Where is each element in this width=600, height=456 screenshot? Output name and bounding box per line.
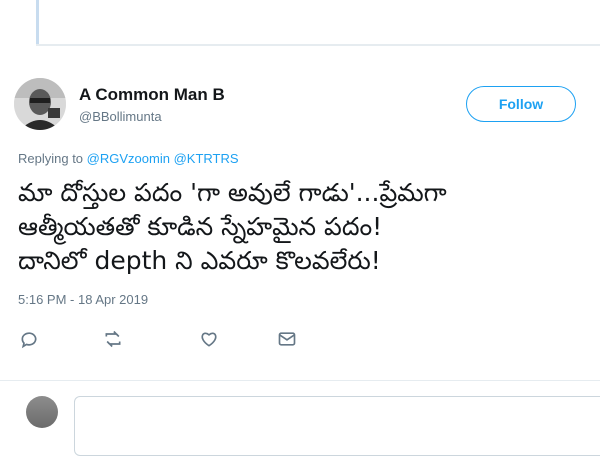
reply-icon[interactable] [18,328,40,350]
like-icon[interactable] [198,328,220,350]
tweet-text-line: దానిలో depth ని ఎవరూ కొలవలేరు! [18,246,381,275]
user-display-name[interactable]: A Common Man B [79,85,225,105]
retweet-icon[interactable] [102,328,124,350]
avatar[interactable] [14,78,66,130]
top-divider [36,44,600,46]
tweet-text: మా దోస్తుల పదం 'గా అవులే గాడు'...ప్రేమగా… [18,176,588,278]
tweet-text-line: ఆత్మీయతతో కూడిన స్నేహమైన పదం! [18,212,383,241]
tweet-text-line: మా దోస్తుల పదం 'గా అవులే గాడు'...ప్రేమగా [18,178,447,207]
reply-input[interactable] [74,396,600,456]
mention-link[interactable]: @RGVzoomin [87,151,170,166]
message-icon[interactable] [276,328,298,350]
mention-link[interactable]: @KTRTRS [174,151,239,166]
user-handle[interactable]: @BBollimunta [79,109,162,124]
tweet-timestamp[interactable]: 5:16 PM - 18 Apr 2019 [18,292,148,307]
avatar-image [14,78,66,130]
replying-to-label: Replying to [18,151,84,166]
thread-connector-line [36,0,39,44]
bottom-divider [0,380,600,381]
reply-avatar [26,396,58,428]
follow-button[interactable]: Follow [466,86,576,122]
replying-to: Replying to @RGVzoomin @KTRTRS [18,151,239,166]
